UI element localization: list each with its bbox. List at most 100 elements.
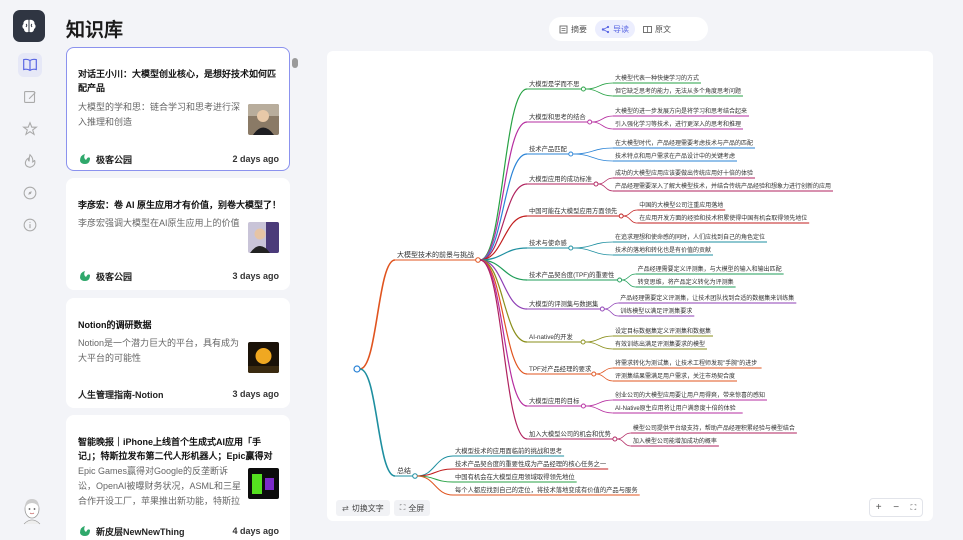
mindmap-leaf-label: 在追求理想和使命感的同时，人们应找到自己的角色定位: [615, 233, 765, 241]
article-card[interactable]: 李彦宏：卷 AI 原生应用才有价值，别卷大模型了！ 李彦宏强调大模型在AI原生应…: [66, 178, 290, 290]
mindmap-link: [479, 259, 528, 375]
list-scrollbar[interactable]: [292, 58, 298, 68]
summary-icon: [559, 25, 568, 33]
original-icon: [643, 25, 652, 33]
mindmap-branch-node: [412, 473, 418, 479]
switch-text-button[interactable]: ⇄ 切换文字: [336, 500, 390, 516]
mindmap-link: [572, 247, 614, 256]
tab-label: 摘要: [571, 24, 587, 34]
mindmap-leaf-label: 产品经理需要定义评测集，让技术团队找到合适的数据集来训练集: [620, 294, 794, 302]
mindmap-topic-node: [593, 181, 599, 187]
mindmap-leaf-label: 大模型的进一步发展方向是将学习和思考结合起来: [615, 107, 747, 115]
zoom-in-button[interactable]: +: [876, 502, 882, 513]
article-footer: 极客公园 2 days ago: [78, 152, 279, 166]
article-date: 2 days ago: [232, 154, 279, 164]
mindmap-topic-label: 技术产品匹配: [529, 144, 567, 153]
mindmap-topic-label: 大模型和思考的结合: [529, 112, 586, 121]
switch-text-label: 切换文字: [351, 503, 384, 513]
rail-item-hot[interactable]: [18, 149, 42, 173]
mindmap-link: [616, 438, 631, 447]
mindmap-leaf-label: 设定目标数据集定义评测集和数据集: [615, 327, 711, 335]
rail-item-discover[interactable]: [18, 181, 42, 205]
mindmap-link: [604, 302, 619, 310]
article-source: 人生管理指南-Notion: [78, 389, 164, 400]
fullscreen-button[interactable]: ⛶ 全屏: [393, 500, 431, 516]
mindmap-leaf-label: 将需求转化为测试集，让技术工程师发现"手腕"的进步: [615, 359, 757, 367]
mindmap-toolbar: ⇄ 切换文字 ⛶ 全屏: [336, 500, 434, 516]
article-footer: 新皮层NewNewThing 4 days ago: [78, 524, 279, 538]
mindmap-topic-node: [599, 306, 605, 312]
article-footer: 极客公园 3 days ago: [78, 269, 279, 283]
mindmap-link: [479, 259, 528, 440]
mindmap-link: [591, 115, 614, 123]
mindmap-leaf-label: 技术的落地和转化也是有价值的贡献: [615, 246, 711, 254]
article-summary: Epic Games赢得对Google的反垄断诉讼，OpenAI被曝财务状况，A…: [78, 466, 242, 506]
tab-guide[interactable]: 导读: [595, 20, 635, 38]
mindmap-topic-node: [580, 403, 586, 409]
left-rail: [0, 0, 56, 540]
article-card[interactable]: 对话王小川：大模型创业核心，是想好技术如何匹配产品 大模型的学和思：链合学习和思…: [66, 47, 290, 171]
article-summary: Notion是一个潜力巨大的平台，具有成为大平台的可能性: [78, 338, 240, 363]
mindmap-link: [595, 373, 614, 382]
mindmap-topic-label: 大模型技术的应用面临前的挑战和思考: [455, 446, 562, 455]
mindmap-topic-node: [612, 436, 618, 442]
mindmap-link: [572, 241, 614, 249]
rail-item-notes[interactable]: [18, 85, 42, 109]
article-date: 3 days ago: [232, 271, 279, 281]
mindmap-leaf-label: 有效训练出满足评测集要求的模型: [615, 340, 705, 348]
mindmap-topic-label: 大模型的评测集与数据集: [529, 299, 599, 308]
mindmap-leaf-label: 引入强化学习等技术，进行更深入的思考和推理: [615, 120, 741, 128]
mindmap-link: [604, 308, 619, 317]
mindmap-link: [623, 215, 638, 224]
flame-icon: [24, 153, 36, 168]
mindmap-topic-label: 大模型应用的目标: [529, 396, 580, 405]
mindmap-icon: [601, 25, 610, 33]
article-thumbnail: [248, 468, 279, 499]
article-title: 对话王小川：大模型创业核心，是想好技术如何匹配产品: [78, 69, 277, 93]
mindmap-link: [572, 153, 614, 162]
article-card[interactable]: Notion的调研数据 Notion是一个潜力巨大的平台，具有成为大平台的可能性…: [66, 298, 290, 408]
mindmap-leaf-label: 产品经理需要定义评测集，与大模型的输入和输出匹配: [638, 265, 782, 273]
mindmap-link: [585, 405, 614, 414]
article-title: Notion的调研数据: [78, 320, 152, 330]
mindmap-link: [585, 335, 614, 343]
mindmap-branch-label: 总结: [397, 466, 411, 475]
mindmap-leaf-label: 训练模型以满足评测集要求: [620, 307, 692, 315]
app-logo[interactable]: [13, 10, 45, 42]
fullscreen-label: 全屏: [408, 503, 425, 513]
mindmap-topic-node: [580, 339, 586, 345]
article-date: 4 days ago: [232, 526, 279, 536]
mindmap-link: [479, 259, 528, 407]
article-thumbnail: [248, 342, 279, 373]
mindmap-topic-node: [580, 86, 586, 92]
article-title: 智能晚报｜iPhone上线首个生成式AI应用「手记」；特斯拉发布第二代人形机器人…: [78, 437, 273, 461]
article-thumbnail: [248, 104, 279, 135]
fit-view-button[interactable]: ⛶: [911, 503, 917, 513]
mindmap-branch-label: 大模型技术的前景与挑战: [397, 250, 474, 259]
mindmap-leaf-label: 在大模型时代，产品经理需要考虑技术与产品的匹配: [615, 139, 753, 147]
article-source: 极客公园: [96, 271, 133, 282]
mindmap-topic-label: AI-native的开发: [529, 332, 573, 341]
zoom-out-button[interactable]: −: [893, 502, 899, 513]
article-card[interactable]: 智能晚报｜iPhone上线首个生成式AI应用「手记」；特斯拉发布第二代人形机器人…: [66, 415, 290, 540]
book-icon: [23, 58, 37, 72]
mindmap-link: [585, 341, 614, 350]
mindmap-topic-label: 技术产品契合度的重要性成为产品经理的核心任务之一: [455, 459, 607, 468]
mindmap[interactable]: 大模型技术的前景与挑战 大模型是学而不思 大模型代表一种快捷学习的方式但它缺乏思考的…: [327, 51, 933, 521]
rail-item-knowledge-base[interactable]: [18, 53, 42, 77]
mindmap-link: [597, 183, 614, 192]
rail-item-favorites[interactable]: [18, 117, 42, 141]
article-thumbnail: [248, 222, 279, 253]
mindmap-leaf-label: 创业公司的大模型应用要让用户用得爽，带来惊喜的感知: [615, 391, 765, 399]
tab-original[interactable]: 原文: [637, 20, 677, 38]
mindmap-leaf-label: 评测集结果需满足用户需求，关注市场契合度: [615, 372, 735, 380]
article-list: 对话王小川：大模型创业核心，是想好技术如何匹配产品 大模型的学和思：链合学习和思…: [64, 44, 296, 540]
tab-summary[interactable]: 摘要: [553, 20, 593, 38]
rail-item-info[interactable]: [18, 213, 42, 237]
mindmap-topic-node: [591, 371, 597, 377]
mindmap-topic-label: TPF对产品经理的要求: [529, 364, 592, 373]
mindmap-link: [597, 177, 614, 185]
mindmap-topic-label: 技术与使命感: [529, 238, 567, 247]
mindmap-topic-node: [568, 151, 574, 157]
user-avatar[interactable]: [20, 497, 44, 525]
